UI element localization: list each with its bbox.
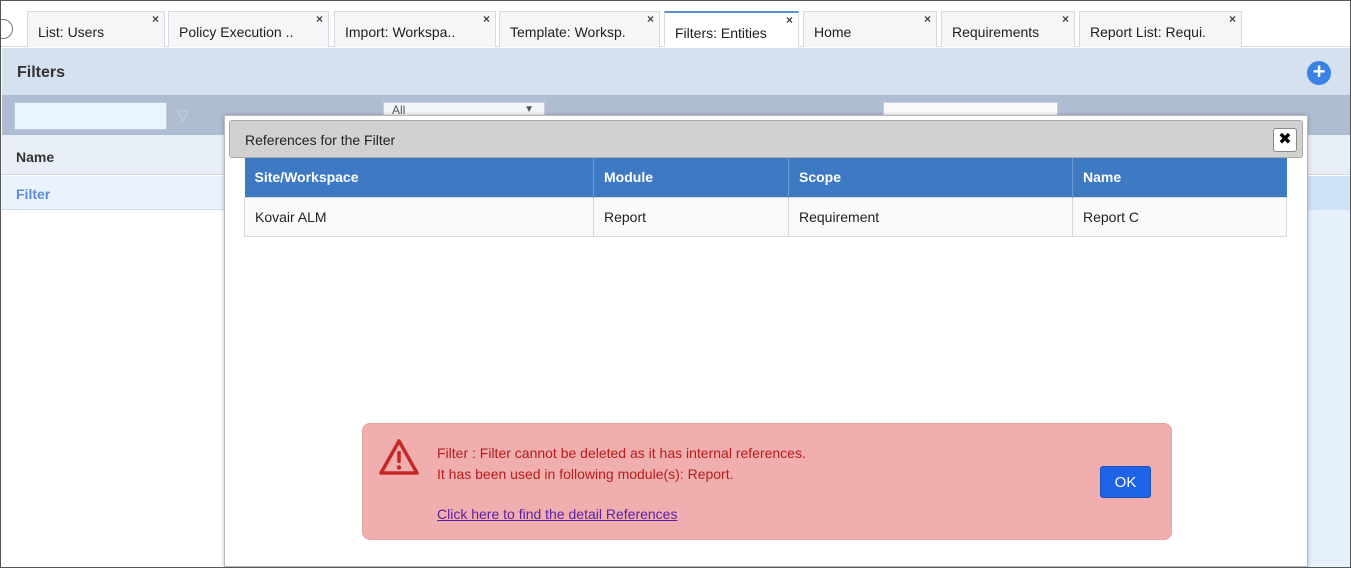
references-table: Site/Workspace Module Scope Name Kovair …	[244, 158, 1287, 237]
tab-home[interactable]: Home ×	[803, 11, 937, 47]
column-header-name[interactable]: Name	[1072, 158, 1287, 197]
detail-references-link[interactable]: Click here to find the detail References	[437, 506, 677, 522]
funnel-icon[interactable]: ▽	[177, 106, 189, 124]
app-window: List: Users × Policy Execution .. × Impo…	[0, 0, 1351, 568]
page-title: Filters	[17, 64, 66, 81]
grid-side-panel	[1307, 210, 1350, 567]
close-icon[interactable]: ×	[786, 13, 793, 27]
warning-triangle-icon	[379, 439, 419, 475]
tab-label: Home	[814, 24, 852, 40]
close-icon[interactable]: ×	[1062, 12, 1069, 26]
cell-name: Report C	[1072, 196, 1287, 237]
close-icon[interactable]: ×	[647, 12, 654, 26]
column-header-scope[interactable]: Scope	[788, 158, 1073, 197]
tab-filters-entities[interactable]: Filters: Entities ×	[664, 11, 799, 47]
add-filter-button[interactable]: +	[1307, 61, 1331, 85]
close-icon: ✖	[1278, 131, 1292, 148]
filter-row-name[interactable]: Filter	[16, 186, 50, 202]
close-icon[interactable]: ×	[1229, 12, 1236, 26]
ok-button[interactable]: OK	[1100, 466, 1151, 498]
filters-header: Filters	[2, 48, 1350, 95]
modal-header: References for the Filter ✖	[229, 120, 1303, 158]
cell-scope: Requirement	[788, 196, 1073, 237]
alert-message-line2: It has been used in following module(s):…	[437, 466, 734, 482]
tab-label: Filters: Entities	[675, 25, 767, 41]
chevron-down-icon: ▼	[524, 104, 534, 115]
close-button[interactable]: ✖	[1273, 128, 1297, 152]
tab-strip: List: Users × Policy Execution .. × Impo…	[1, 1, 1350, 47]
tab-list-users[interactable]: List: Users ×	[27, 11, 165, 47]
column-header-module[interactable]: Module	[593, 158, 789, 197]
tab-scroll-handle[interactable]	[1, 19, 13, 39]
tab-report-list[interactable]: Report List: Requi. ×	[1079, 11, 1242, 47]
table-header-row: Site/Workspace Module Scope Name	[244, 158, 1287, 197]
tab-label: Policy Execution ..	[179, 24, 294, 40]
tab-import-workspace[interactable]: Import: Workspa.. ×	[334, 11, 496, 47]
column-header-site-workspace[interactable]: Site/Workspace	[244, 158, 594, 197]
cell-site-workspace: Kovair ALM	[244, 196, 594, 237]
tab-template-workspace[interactable]: Template: Worksp. ×	[499, 11, 660, 47]
tab-label: List: Users	[38, 24, 105, 40]
close-icon[interactable]: ×	[924, 12, 931, 26]
references-modal: References for the Filter ✖ Site/Workspa…	[224, 115, 1308, 567]
tab-label: Report List: Requi.	[1090, 24, 1206, 40]
tab-policy-execution[interactable]: Policy Execution .. ×	[168, 11, 329, 47]
close-icon[interactable]: ×	[152, 12, 159, 26]
table-row[interactable]: Kovair ALM Report Requirement Report C	[244, 196, 1287, 237]
modal-title: References for the Filter	[245, 132, 396, 148]
tab-label: Requirements	[952, 24, 1040, 40]
tab-requirements[interactable]: Requirements ×	[941, 11, 1075, 47]
search-input[interactable]	[14, 102, 167, 130]
close-icon[interactable]: ×	[483, 12, 490, 26]
plus-circle-icon: +	[1312, 59, 1326, 84]
column-header-name: Name	[16, 149, 55, 165]
tab-label: Import: Workspa..	[345, 24, 456, 40]
cell-module: Report	[593, 196, 789, 237]
alert-message-line1: Filter : Filter cannot be deleted as it …	[437, 445, 806, 461]
row-highlight	[1307, 176, 1350, 210]
close-icon[interactable]: ×	[316, 12, 323, 26]
tab-label: Template: Worksp.	[510, 24, 626, 40]
error-alert: Filter : Filter cannot be deleted as it …	[362, 423, 1172, 540]
